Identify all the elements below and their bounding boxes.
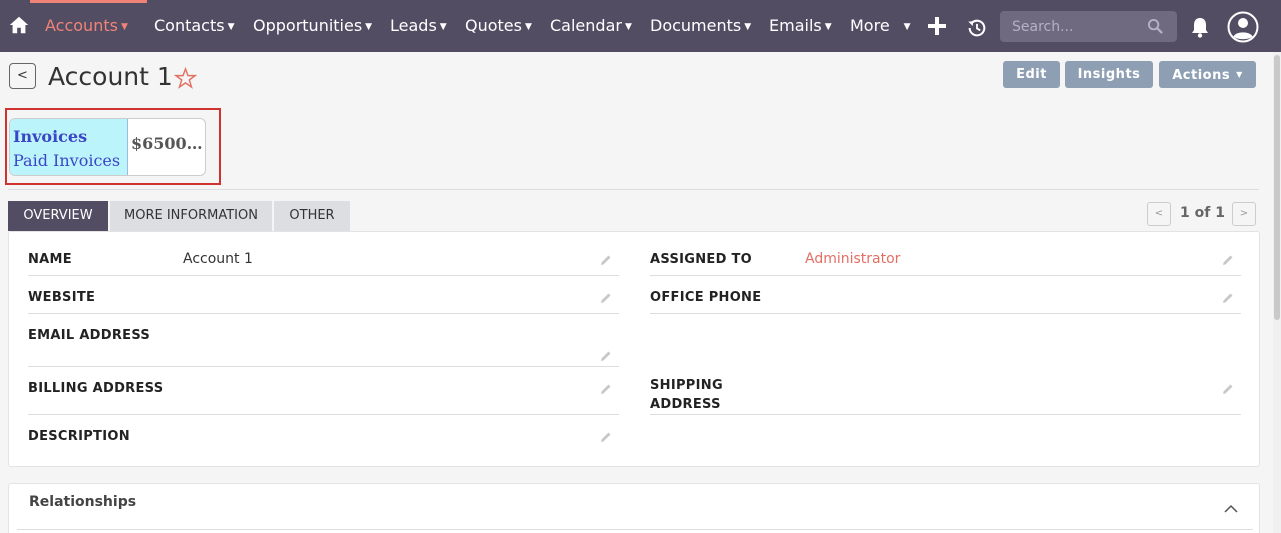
invoices-widget-title: Invoices	[13, 127, 88, 146]
nav-item-leads[interactable]: Leads ▼	[390, 16, 447, 35]
detail-panel: NAME Account 1 ASSIGNED TO Administrator…	[8, 231, 1260, 467]
website-label: WEBSITE	[28, 290, 96, 305]
assigned-to-label: ASSIGNED TO	[650, 252, 753, 267]
row-divider	[650, 313, 1241, 314]
row-divider	[28, 313, 619, 314]
shipping-address-label-line2: ADDRESS	[650, 397, 721, 412]
pencil-icon[interactable]	[600, 431, 612, 443]
row-divider	[28, 414, 619, 415]
search-box	[1000, 11, 1177, 42]
name-value: Account 1	[183, 251, 253, 267]
search-input[interactable]	[1000, 11, 1150, 42]
description-label: DESCRIPTION	[28, 429, 130, 444]
search-icon[interactable]	[1147, 18, 1164, 35]
pencil-icon[interactable]	[600, 292, 612, 304]
billing-address-label: BILLING ADDRESS	[28, 381, 164, 396]
tab-overview[interactable]: OVERVIEW	[8, 201, 108, 231]
active-tab-indicator	[30, 0, 147, 3]
pager-next-button[interactable]: >	[1232, 202, 1256, 226]
nav-item-emails[interactable]: Emails ▼	[769, 16, 832, 35]
history-icon[interactable]	[966, 17, 988, 39]
pencil-icon[interactable]	[1222, 292, 1234, 304]
row-divider	[650, 414, 1241, 415]
assigned-to-value[interactable]: Administrator	[805, 251, 900, 267]
relationships-divider	[17, 529, 1253, 530]
home-icon[interactable]	[8, 14, 30, 36]
nav-item-more[interactable]: More ▼	[850, 16, 911, 35]
relationships-panel: Relationships	[8, 483, 1260, 533]
pencil-icon[interactable]	[600, 254, 612, 266]
tab-other[interactable]: OTHER	[274, 201, 350, 231]
section-divider	[8, 189, 1259, 190]
tab-more-information[interactable]: MORE INFORMATION	[110, 201, 272, 231]
bell-icon[interactable]	[1190, 16, 1210, 38]
office-phone-label: OFFICE PHONE	[650, 290, 762, 305]
row-divider	[28, 275, 619, 276]
relationships-title[interactable]: Relationships	[29, 494, 136, 510]
pencil-icon[interactable]	[600, 383, 612, 395]
top-navigation-bar: Accounts ▼ Contacts ▼ Opportunities ▼ Leads…	[0, 0, 1281, 52]
pager-text: 1 of 1	[1180, 205, 1225, 221]
actions-button[interactable]: Actions ▼	[1159, 61, 1256, 88]
pencil-icon[interactable]	[1222, 254, 1234, 266]
nav-item-opportunities[interactable]: Opportunities ▼	[253, 16, 372, 35]
pencil-icon[interactable]	[1222, 383, 1234, 395]
nav-item-documents[interactable]: Documents ▼	[650, 16, 751, 35]
invoices-widget-subtitle: Paid Invoices	[13, 151, 121, 170]
invoices-widget-label-area: Invoices Paid Invoices	[10, 119, 128, 175]
invoices-widget-value: $6500.00	[131, 134, 205, 153]
nav-item-quotes[interactable]: Quotes ▼	[465, 16, 532, 35]
chevron-up-icon[interactable]	[1223, 502, 1239, 514]
name-label: NAME	[28, 252, 72, 267]
star-icon[interactable]	[174, 67, 197, 90]
nav-item-calendar[interactable]: Calendar ▼	[550, 16, 632, 35]
row-divider	[650, 275, 1241, 276]
user-icon[interactable]	[1227, 11, 1259, 43]
page-title: Account 1	[48, 62, 173, 91]
back-button[interactable]: <	[9, 63, 36, 89]
insights-button[interactable]: Insights	[1065, 61, 1153, 88]
row-divider	[28, 366, 619, 367]
pencil-icon[interactable]	[600, 350, 612, 362]
nav-item-contacts[interactable]: Contacts ▼	[154, 16, 235, 35]
scrollbar-thumb[interactable]	[1274, 55, 1280, 320]
shipping-address-label: SHIPPING	[650, 378, 723, 393]
nav-item-accounts[interactable]: Accounts ▼	[45, 16, 128, 35]
pager-prev-button[interactable]: <	[1147, 202, 1171, 226]
plus-icon[interactable]	[927, 16, 947, 36]
email-address-label: EMAIL ADDRESS	[28, 328, 151, 343]
invoices-widget[interactable]: Invoices Paid Invoices $6500.00	[9, 118, 206, 176]
edit-button[interactable]: Edit	[1003, 61, 1060, 88]
